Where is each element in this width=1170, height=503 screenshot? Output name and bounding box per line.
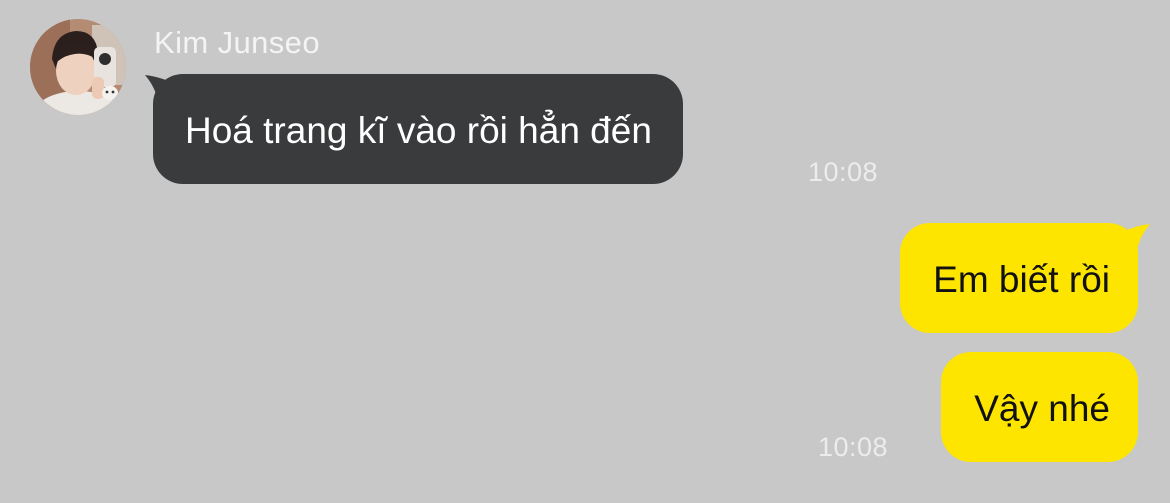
sender-name: Kim Junseo bbox=[154, 25, 320, 60]
incoming-message-bubble[interactable]: Hoá trang kĩ vào rồi hẳn đến bbox=[153, 74, 683, 184]
user-photo-avatar-icon bbox=[30, 19, 126, 115]
outgoing-message-text: Vậy nhé bbox=[974, 388, 1110, 429]
sender-avatar[interactable] bbox=[30, 19, 126, 115]
outgoing-message-bubble[interactable]: Vậy nhé bbox=[941, 352, 1138, 462]
incoming-message-time: 10:08 bbox=[808, 157, 879, 187]
outgoing-message-time: 10:08 bbox=[818, 432, 889, 462]
outgoing-message-text: Em biết rồi bbox=[933, 259, 1110, 300]
incoming-message-text: Hoá trang kĩ vào rồi hẳn đến bbox=[185, 110, 652, 151]
chat-conversation: Kim Junseo Hoá trang kĩ vào rồi hẳn đến … bbox=[0, 0, 1170, 503]
outgoing-message-bubble[interactable]: Em biết rồi bbox=[900, 223, 1138, 333]
